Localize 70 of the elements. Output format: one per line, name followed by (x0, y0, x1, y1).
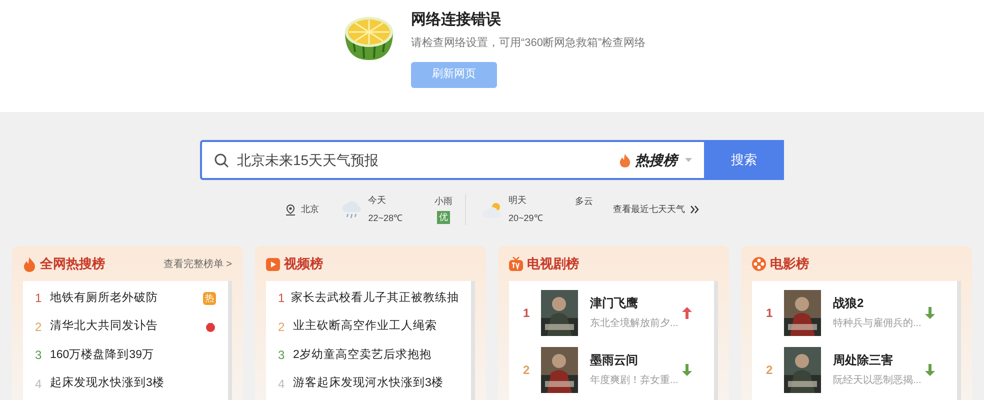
headline: 清华北大共同发讣告 (50, 318, 158, 334)
ranking-row[interactable]: 2 墨雨云间 年度爽剧！弃女重... (509, 341, 714, 398)
rank-number: 2 (278, 318, 286, 336)
show-title: 战狼2 (833, 295, 865, 312)
ranking-row[interactable]: 2 业主砍断高空作业工人绳索 (266, 312, 471, 341)
play-icon (266, 258, 280, 270)
hot-badge: 热 (203, 292, 216, 305)
ranking-row[interactable]: 4 起床发现水快涨到3楼 (23, 370, 228, 398)
flame-icon (23, 256, 36, 272)
ranking-row[interactable]: 4 游客起床发现河水快涨到3楼 (266, 370, 471, 398)
weather-condition: 小雨 (434, 194, 452, 208)
rank-number: 1 (278, 290, 286, 308)
ranking-row[interactable]: 3 2岁幼童高空卖艺后求抱抱 (266, 341, 471, 370)
show-title: 墨雨云间 (590, 352, 639, 369)
seven-day-weather-link[interactable]: 查看最近七天天气 (612, 202, 685, 216)
rank-number: 3 (35, 347, 43, 364)
show-description: 特种兵与雇佣兵的... (833, 316, 922, 331)
show-description: 年度爽剧！弃女重... (590, 374, 678, 388)
rank-number: 2 (35, 318, 43, 336)
headline: 地铁有厕所老外破防 (50, 290, 158, 306)
rain-cloud-icon (341, 200, 364, 220)
rank-number: 1 (523, 304, 531, 322)
full-list-link[interactable]: 查看完整榜单 > (163, 256, 232, 272)
flame-icon (619, 152, 631, 168)
search-button[interactable]: 搜索 (704, 140, 784, 180)
show-description: 阮经天以恶制恶揭... (833, 374, 922, 388)
rank-number: 4 (35, 376, 43, 393)
headline: 家长去武校看儿子其正被教练抽 (291, 290, 459, 306)
rank-number: 3 (278, 347, 286, 364)
search-field[interactable]: 北京未来15天天气预报 热搜榜 (200, 140, 704, 180)
headline: 160万楼盘降到39万 (50, 348, 154, 363)
hot-search-label[interactable]: 热搜榜 (635, 150, 677, 170)
panel-title: 全网热搜榜 (40, 255, 105, 274)
double-chevron-icon[interactable] (690, 205, 699, 214)
temperature-range: 20~29℃ (508, 212, 543, 224)
error-title: 网络连接错误 (411, 10, 502, 30)
day-label: 明天 (508, 194, 528, 207)
tv-icon (509, 257, 523, 271)
panel-title: 视频榜 (284, 255, 323, 274)
ranking-row[interactable]: 2 周处除三害 阮经天以恶制恶揭... (752, 341, 957, 398)
ranking-row[interactable]: 1 家长去武校看儿子其正被教练抽 (266, 284, 471, 312)
rank-number: 2 (766, 362, 774, 378)
ranking-row[interactable]: 1 地铁有厕所老外破防 热 (23, 284, 228, 312)
rank-number: 4 (278, 376, 286, 393)
headline: 起床发现水快涨到3楼 (50, 375, 164, 392)
headline: 业主砍断高空作业工人绳索 (293, 318, 437, 334)
rank-number: 1 (766, 304, 774, 322)
air-quality-badge: 优 (437, 211, 450, 224)
error-message: 请检查网络设置，可用“360断网急救箱”检查网络 (411, 36, 647, 51)
panel-title: 电影榜 (770, 255, 809, 274)
show-title: 周处除三害 (833, 352, 894, 369)
city-label: 北京 (301, 202, 320, 216)
tomato-icon (205, 321, 216, 332)
show-title: 津门飞鹰 (590, 295, 639, 312)
day-label: 今天 (368, 194, 388, 207)
ranking-row[interactable]: 3 160万楼盘降到39万 (23, 341, 228, 370)
ranking-row[interactable]: 1 津门飞鹰 东北全境解放前夕... (509, 284, 714, 341)
weather-condition: 多云 (574, 194, 593, 208)
show-description: 东北全境解放前夕... (590, 316, 678, 331)
rank-number: 1 (35, 290, 43, 308)
location-icon (285, 204, 296, 216)
search-icon (214, 152, 229, 168)
ranking-row[interactable]: 2 清华北大共同发讣告 (23, 312, 228, 341)
rank-number: 2 (523, 362, 531, 378)
ranking-row[interactable]: 1 战狼2 特种兵与雇佣兵的... (752, 284, 957, 341)
headline: 游客起床发现河水快涨到3楼 (293, 375, 444, 392)
film-reel-icon (752, 257, 766, 271)
temperature-range: 22~28℃ (368, 212, 402, 224)
panel-title: 电视剧榜 (527, 255, 579, 274)
headline: 2岁幼童高空卖艺后求抱抱 (293, 347, 432, 363)
